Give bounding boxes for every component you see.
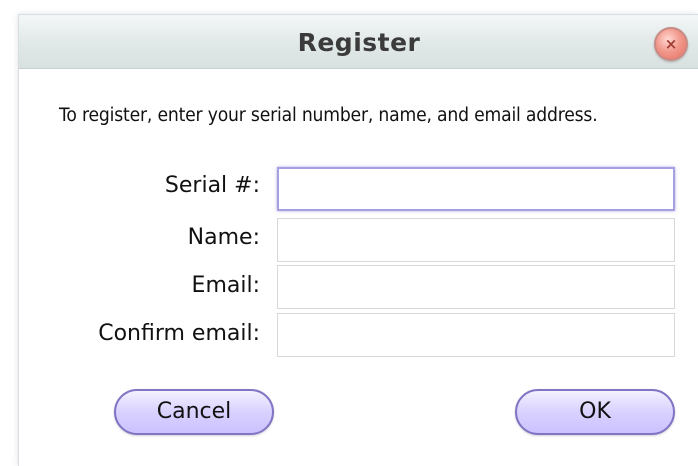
email-input[interactable]	[277, 265, 675, 309]
instructions-text: To register, enter your serial number, n…	[59, 105, 598, 126]
title-bar: Register ×	[19, 15, 698, 69]
close-icon: ×	[664, 35, 678, 53]
ok-button[interactable]: OK	[515, 389, 675, 435]
name-label: Name:	[187, 225, 260, 250]
serial-number-input[interactable]	[277, 167, 675, 211]
register-dialog: Register × To register, enter your seria…	[18, 14, 698, 466]
close-button[interactable]: ×	[654, 27, 688, 61]
cancel-button[interactable]: Cancel	[114, 389, 274, 435]
name-input[interactable]	[277, 218, 675, 262]
serial-label: Serial #:	[164, 173, 260, 198]
dialog-title: Register	[297, 28, 421, 57]
page: Register × To register, enter your seria…	[0, 0, 698, 466]
confirm-email-input[interactable]	[277, 313, 675, 357]
email-label: Email:	[191, 273, 260, 298]
confirm-email-label: Confirm email:	[98, 321, 260, 346]
